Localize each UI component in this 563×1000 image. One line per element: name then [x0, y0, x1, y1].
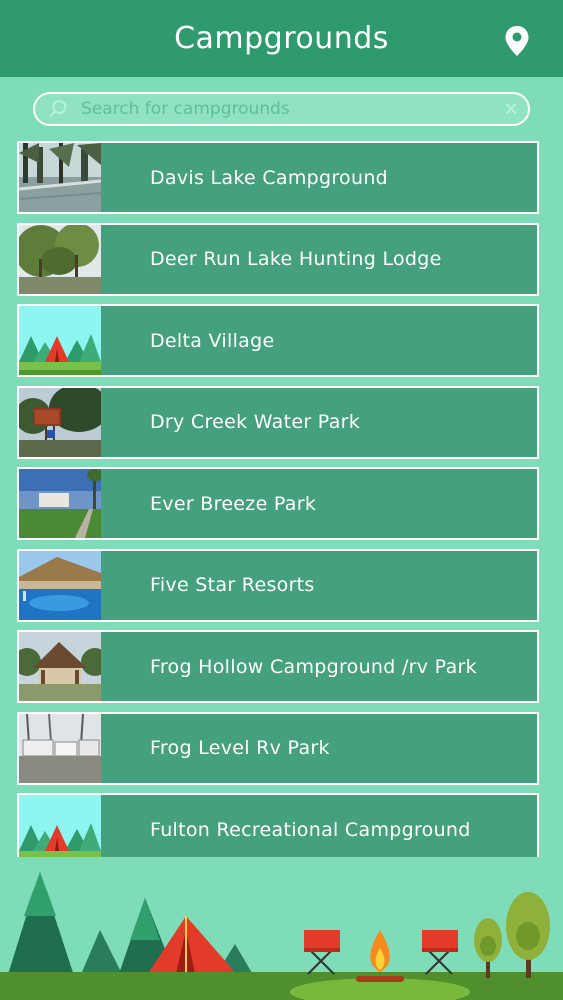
tent-placeholder-icon	[19, 795, 101, 857]
list-item[interactable]: Dry Creek Water Park	[17, 385, 539, 459]
campground-name: Frog Level Rv Park	[150, 737, 330, 759]
app-header: Campgrounds	[0, 0, 563, 77]
list-item[interactable]: Delta Village	[17, 304, 539, 377]
search-bar: ✕	[33, 92, 530, 126]
list-item[interactable]: Deer Run Lake Hunting Lodge	[17, 222, 539, 296]
list-item[interactable]: Frog Level Rv Park	[17, 711, 539, 785]
park-entrance-photo	[19, 469, 101, 538]
campground-name: Fulton Recreational Campground	[150, 818, 471, 841]
search-input[interactable]	[81, 94, 494, 124]
campground-name: Frog Hollow Campground /rv Park	[150, 655, 477, 678]
campsite-scenery-illustration	[0, 860, 563, 1000]
page-title: Campgrounds	[174, 21, 389, 56]
gazebo-photo	[19, 632, 101, 701]
campground-list: Davis Lake Campground Deer Run Lake Hunt…	[17, 141, 539, 857]
tent-placeholder-icon	[19, 306, 101, 375]
clear-icon[interactable]: ✕	[494, 99, 528, 120]
list-item[interactable]: Davis Lake Campground	[17, 141, 539, 214]
willow-trees-photo	[19, 224, 101, 294]
map-pin-icon[interactable]	[503, 24, 531, 58]
campground-name: Ever Breeze Park	[150, 492, 317, 515]
campground-name: Davis Lake Campground	[150, 166, 389, 189]
list-item[interactable]: Ever Breeze Park	[17, 467, 539, 540]
campground-name: Dry Creek Water Park	[150, 411, 361, 433]
campground-name: Five Star Resorts	[150, 574, 315, 596]
rv-lot-photo	[19, 713, 101, 783]
list-item[interactable]: Fulton Recreational Campground	[17, 793, 539, 857]
campground-name: Delta Village	[150, 329, 275, 352]
park-sign-photo	[19, 387, 101, 457]
lake-trees-photo	[19, 143, 101, 212]
list-item[interactable]: Frog Hollow Campground /rv Park	[17, 630, 539, 703]
campground-name: Deer Run Lake Hunting Lodge	[150, 248, 442, 270]
resort-pool-photo	[19, 550, 101, 620]
search-icon	[35, 99, 81, 119]
list-item[interactable]: Five Star Resorts	[17, 548, 539, 622]
